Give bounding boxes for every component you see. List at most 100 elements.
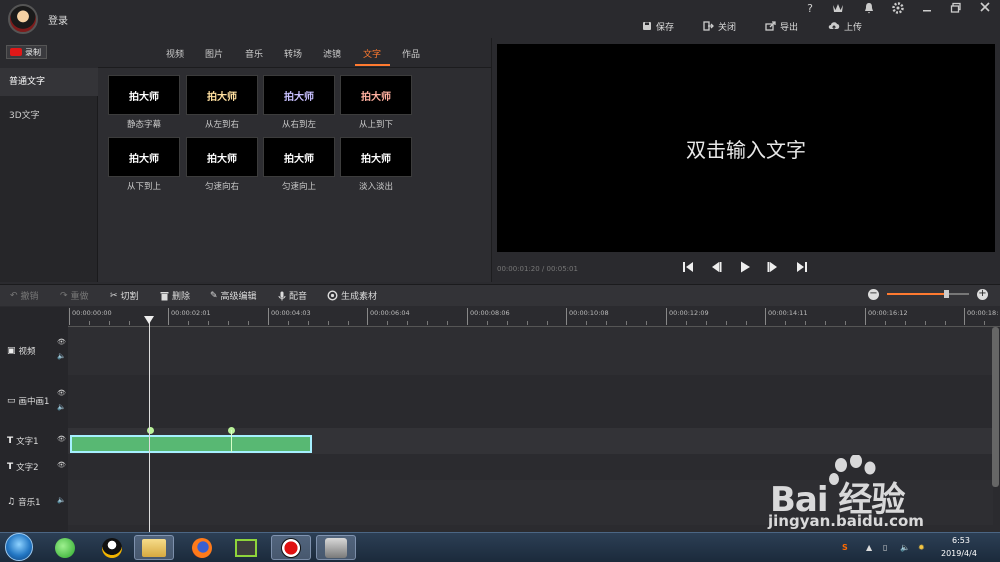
text-clip[interactable] <box>70 435 312 453</box>
play-icon[interactable] <box>737 261 753 277</box>
notification-icon[interactable] <box>862 2 876 16</box>
template-uniform-right[interactable]: 拍大师 <box>186 137 258 177</box>
undo-button[interactable]: ↶ 撤销 <box>10 289 39 303</box>
close-icon[interactable] <box>978 2 992 16</box>
template-bottom-to-top[interactable]: 拍大师 <box>108 137 180 177</box>
category-plain-text[interactable]: 普通文字 <box>0 68 98 96</box>
advanced-edit-button[interactable]: ✎ 高级编辑 <box>210 289 257 303</box>
start-orb-icon[interactable] <box>5 533 33 561</box>
pip-track[interactable] <box>68 375 993 428</box>
tray-device-icon[interactable]: ▯ <box>883 543 887 552</box>
next-frame-icon[interactable] <box>765 261 781 277</box>
skip-to-end-icon[interactable] <box>794 261 810 277</box>
ruler-minor-tick <box>228 321 229 325</box>
redo-button[interactable]: ↷ 重做 <box>60 289 89 303</box>
ruler-minor-tick <box>706 321 707 325</box>
ruler-minor-tick <box>547 321 548 325</box>
dub-button[interactable]: 配音 <box>278 289 307 302</box>
video-editor-icon[interactable] <box>226 535 266 560</box>
ruler-label: 00:00:18: <box>967 309 999 317</box>
ruler-tick <box>566 308 567 325</box>
undo-label: 撤销 <box>20 292 39 302</box>
tray-expand-icon[interactable]: ▲ <box>866 543 872 552</box>
visibility-eye-icon[interactable]: 👁 <box>57 435 66 443</box>
volume-icon[interactable]: 🔈 <box>57 496 66 504</box>
cut-button[interactable]: ✂ 切割 <box>110 289 139 303</box>
template-left-to-right[interactable]: 拍大师 <box>186 75 258 115</box>
previous-frame-icon[interactable] <box>708 261 724 277</box>
volume-icon[interactable]: 🔈 <box>57 403 66 411</box>
zoom-slider-handle[interactable] <box>944 290 949 298</box>
export-button[interactable]: 导出 <box>765 18 798 34</box>
minimize-icon[interactable] <box>920 2 934 16</box>
360-browser-icon[interactable] <box>45 535 85 560</box>
ruler-label: 00:00:04:03 <box>271 309 311 317</box>
tab-filter[interactable]: 滤镜 <box>323 47 341 60</box>
ruler-minor-tick <box>626 321 627 325</box>
pencil-icon: ✎ <box>210 290 218 301</box>
tab-music[interactable]: 音乐 <box>245 47 263 60</box>
record-button[interactable]: 录制 <box>6 45 47 59</box>
delete-button[interactable]: 删除 <box>160 289 190 302</box>
preview-text[interactable]: 双击输入文字 <box>497 134 995 163</box>
playhead-handle[interactable] <box>144 316 154 324</box>
scissors-icon: ✂ <box>110 290 118 301</box>
generate-material-button[interactable]: 生成素材 <box>327 289 377 302</box>
ruler-minor-tick <box>188 321 189 325</box>
paidashi-icon[interactable] <box>316 535 356 560</box>
help-icon[interactable]: ? <box>803 2 817 16</box>
video-track[interactable] <box>68 327 993 375</box>
trash-icon <box>160 291 169 300</box>
visibility-eye-icon[interactable]: 👁 <box>57 338 66 346</box>
template-top-to-bottom[interactable]: 拍大师 <box>340 75 412 115</box>
ruler-label: 00:00:02:01 <box>171 309 211 317</box>
text-track-icon: T <box>7 462 14 472</box>
template-right-to-left[interactable]: 拍大师 <box>263 75 335 115</box>
ruler-minor-tick <box>308 321 309 325</box>
tab-transition[interactable]: 转场 <box>284 47 302 60</box>
visibility-eye-icon[interactable]: 👁 <box>57 461 66 469</box>
dub-label: 配音 <box>289 292 308 302</box>
skip-to-start-icon[interactable] <box>680 261 696 277</box>
login-link[interactable]: 登录 <box>48 12 68 27</box>
ruler-minor-tick <box>845 321 846 325</box>
zoom-in-icon[interactable]: + <box>977 289 988 300</box>
recorder-icon[interactable] <box>271 535 311 560</box>
app-window: 登录 ? 保存 关闭 导出 上传 录制 普通文字 3D文字 视频 图片 音乐 转… <box>0 0 1000 562</box>
settings-icon[interactable] <box>891 2 905 16</box>
zoom-out-icon[interactable]: − <box>868 289 879 300</box>
ruler-tick <box>168 308 169 325</box>
ruler-label: 00:00:08:06 <box>470 309 510 317</box>
record-label: 录制 <box>25 47 41 57</box>
template-uniform-up[interactable]: 拍大师 <box>263 137 335 177</box>
restore-icon[interactable] <box>949 2 963 16</box>
tab-video[interactable]: 视频 <box>166 47 184 60</box>
clock-date[interactable]: 2019/4/4 <box>941 549 977 558</box>
qq-icon[interactable] <box>92 535 132 560</box>
tab-image[interactable]: 图片 <box>205 47 223 60</box>
clock-time[interactable]: 6:53 <box>952 536 970 545</box>
firefox-icon[interactable] <box>182 535 222 560</box>
upload-button[interactable]: 上传 <box>828 18 862 34</box>
volume-icon[interactable]: 🔈 <box>57 352 66 360</box>
ruler-label: 00:00:06:04 <box>370 309 410 317</box>
ruler-tick <box>666 308 667 325</box>
timeline-scrollbar[interactable] <box>992 327 999 487</box>
save-button[interactable]: 保存 <box>642 18 674 34</box>
volume-tray-icon[interactable]: 🔈 <box>900 543 910 552</box>
music-track-icon: ♫ <box>7 497 16 507</box>
vip-icon[interactable] <box>831 2 845 16</box>
avatar[interactable] <box>8 4 38 34</box>
close-project-button[interactable]: 关闭 <box>703 18 736 34</box>
ruler-minor-tick <box>348 321 349 325</box>
visibility-eye-icon[interactable]: 👁 <box>57 389 66 397</box>
tab-works[interactable]: 作品 <box>402 47 420 60</box>
network-tray-icon[interactable]: ✹ <box>918 543 925 552</box>
template-fade-in-out[interactable]: 拍大师 <box>340 137 412 177</box>
input-method-icon[interactable]: S <box>842 543 848 552</box>
category-3d-text[interactable]: 3D文字 <box>0 102 98 130</box>
tab-text[interactable]: 文字 <box>363 47 381 60</box>
file-explorer-icon[interactable] <box>134 535 174 560</box>
template-static-subtitle[interactable]: 拍大师 <box>108 75 180 115</box>
ruler-minor-tick <box>726 321 727 325</box>
